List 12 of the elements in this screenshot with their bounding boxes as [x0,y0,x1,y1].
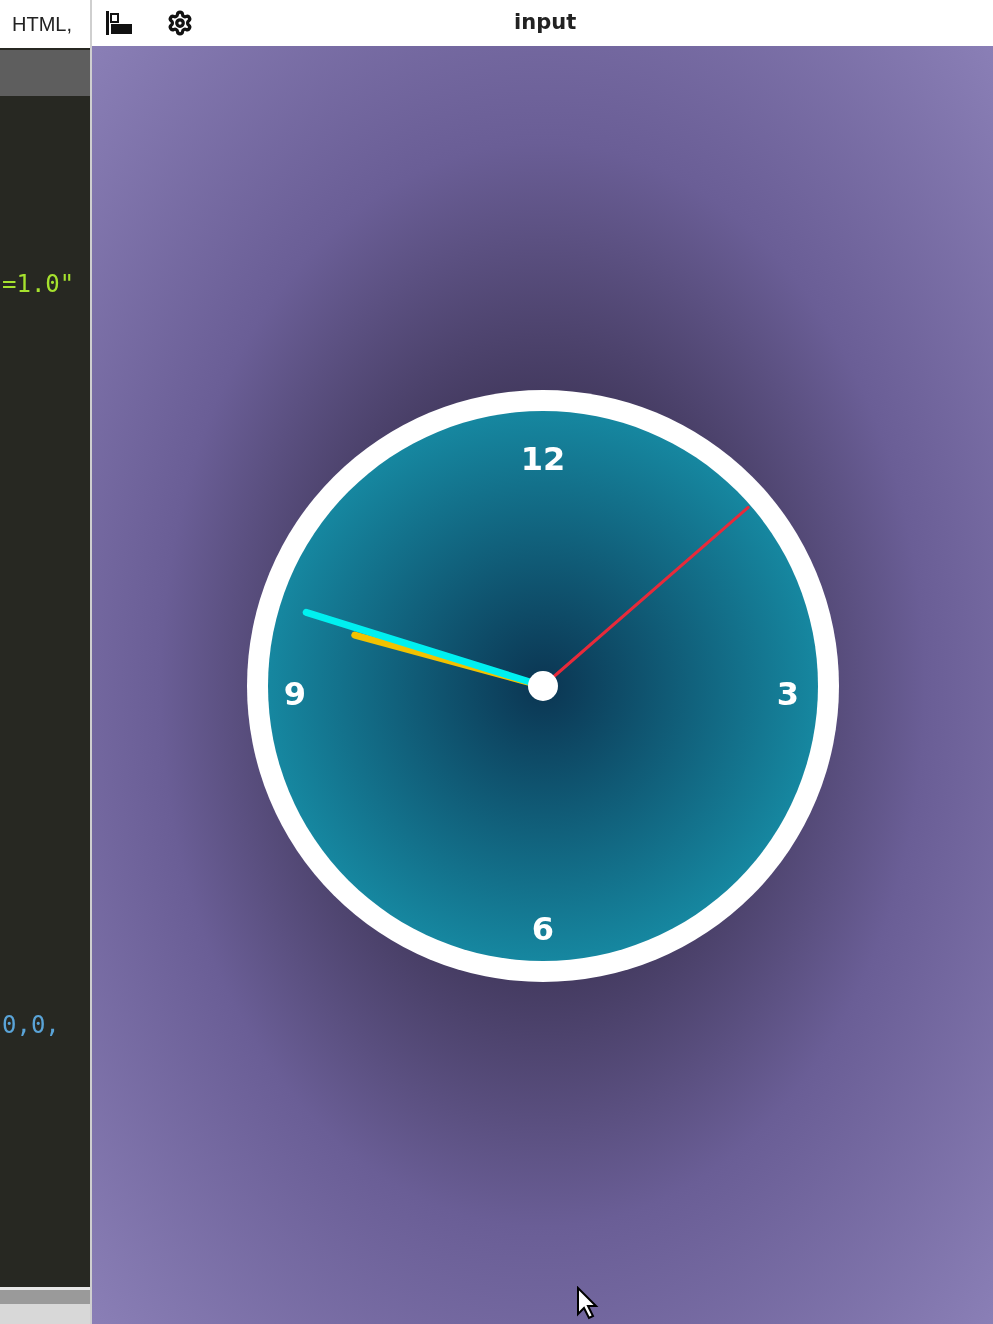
center-pin [527,671,558,701]
code-line: 0,0, [1,1010,61,1041]
clock-numeral: 3 [776,675,799,713]
layout-icon[interactable] [105,10,133,36]
clock-numeral: 9 [283,675,306,713]
clock-numeral: 6 [531,910,554,948]
code-line: =1.0" [1,269,76,300]
scrollbar[interactable] [0,1290,90,1304]
settings-icon[interactable] [167,10,193,36]
cursor-icon [576,1286,600,1320]
clock-numeral: 12 [520,440,565,478]
window-title: input [514,9,577,37]
